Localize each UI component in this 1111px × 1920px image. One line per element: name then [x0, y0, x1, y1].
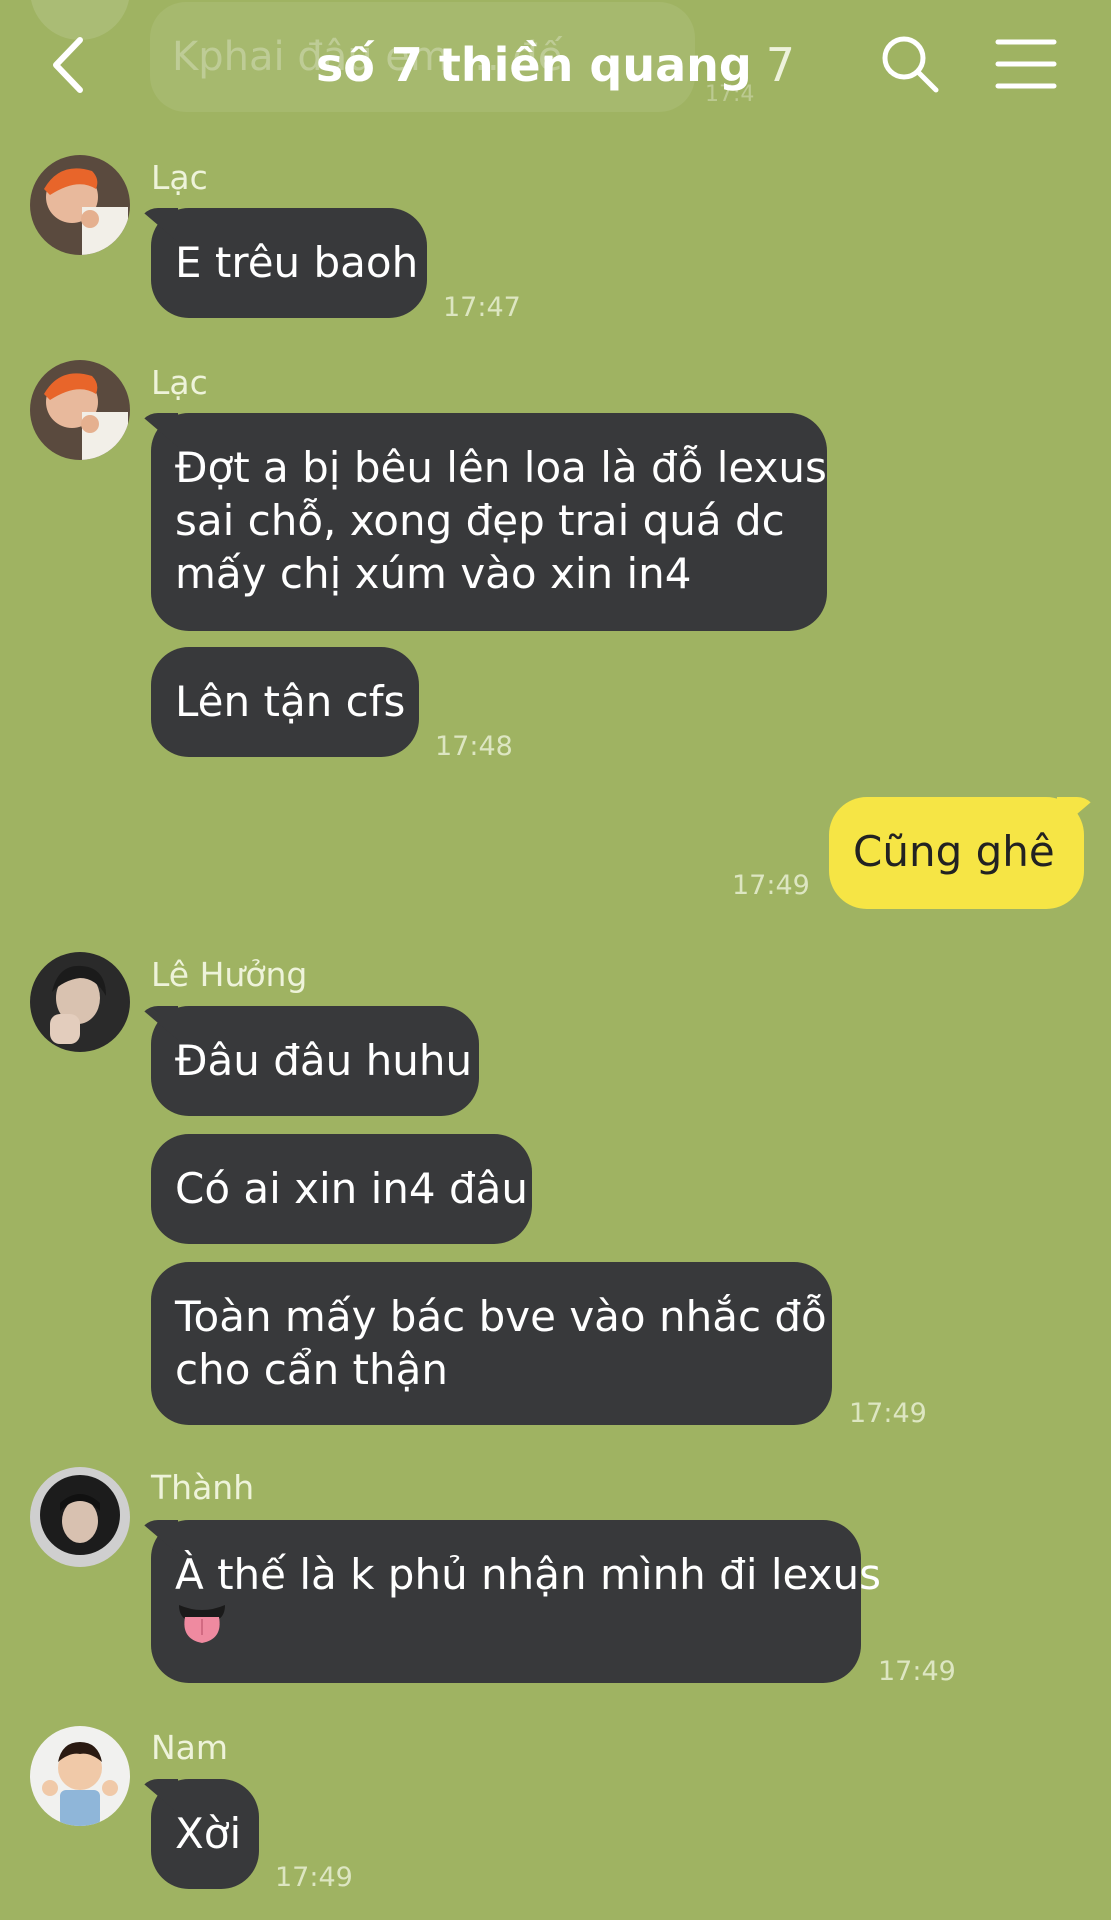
my-message-bubble[interactable]: Cũng ghê [829, 797, 1084, 909]
avatar-lac-image [30, 155, 130, 255]
avatar-le-huong-image [30, 952, 130, 1052]
avatar-thanh[interactable] [30, 1467, 130, 1567]
message-text-line: sai chỗ, xong đẹp trai quá dc [175, 496, 785, 545]
avatar-nam[interactable] [30, 1726, 130, 1826]
message-bubble[interactable]: À thế là k phủ nhận mình đi lexus [151, 1520, 881, 1683]
message-text: Lên tận cfs [175, 677, 406, 726]
message-text: Xời [175, 1809, 242, 1858]
message-bubble[interactable]: Đợt a bị bêu lên loa là đỗ lexus sai chỗ… [151, 413, 827, 631]
message-text-line: cho cẩn thận [175, 1345, 448, 1394]
message-bubble[interactable]: Lên tận cfs [151, 647, 419, 757]
sender-name: Nam [151, 1728, 229, 1767]
menu-icon [995, 39, 1057, 89]
message-bubble[interactable]: Có ai xin in4 đâu [151, 1134, 532, 1244]
message-text: Cũng ghê [853, 827, 1055, 876]
sender-name: Lạc [151, 363, 208, 402]
sender-name: Lạc [151, 158, 208, 197]
tongue-emoji-icon [175, 1601, 837, 1654]
message-text-line: Toàn mấy bác bve vào nhắc đỗ [175, 1292, 827, 1341]
sender-name: Lê Hưởng [151, 955, 308, 994]
message-text: E trêu baoh [175, 238, 419, 287]
message-time: 17:48 [435, 731, 513, 762]
top-bar: Kphai đâu em ... đế 17:4 số 7 thiền quan… [0, 0, 1111, 130]
avatar-lac[interactable] [30, 155, 130, 255]
menu-button[interactable] [995, 34, 1057, 94]
message-text: Có ai xin in4 đâu [175, 1164, 529, 1213]
search-button[interactable] [878, 32, 942, 96]
message-time: 17:49 [732, 870, 810, 901]
message-text: À thế là k phủ nhận mình đi lexus [175, 1550, 881, 1599]
message-time: 17:49 [275, 1862, 353, 1893]
avatar-thanh-image [30, 1467, 130, 1567]
group-name: số 7 thiền quang [315, 38, 752, 92]
member-count: 7 [765, 38, 796, 92]
chat-title: số 7 thiền quang 7 [0, 34, 1111, 96]
avatar-lac[interactable] [30, 360, 130, 460]
message-time: 17:49 [849, 1398, 927, 1429]
avatar-le-huong[interactable] [30, 952, 130, 1052]
message-text-line: mấy chị xúm vào xin in4 [175, 549, 692, 598]
message-time: 17:49 [878, 1656, 956, 1687]
search-icon [882, 36, 939, 93]
avatar-nam-image [30, 1726, 130, 1826]
message-text: Đâu đâu huhu [175, 1036, 473, 1085]
message-bubble[interactable]: Xời [151, 1779, 259, 1889]
sender-name: Thành [151, 1468, 255, 1507]
message-bubble[interactable]: Đâu đâu huhu [151, 1006, 479, 1116]
message-bubble[interactable]: Toàn mấy bác bve vào nhắc đỗ cho cẩn thậ… [151, 1262, 832, 1425]
message-time: 17:47 [443, 292, 521, 323]
message-text-line: Đợt a bị bêu lên loa là đỗ lexus [175, 443, 827, 492]
message-bubble[interactable]: E trêu baoh [151, 208, 427, 318]
avatar-lac-image [30, 360, 130, 460]
